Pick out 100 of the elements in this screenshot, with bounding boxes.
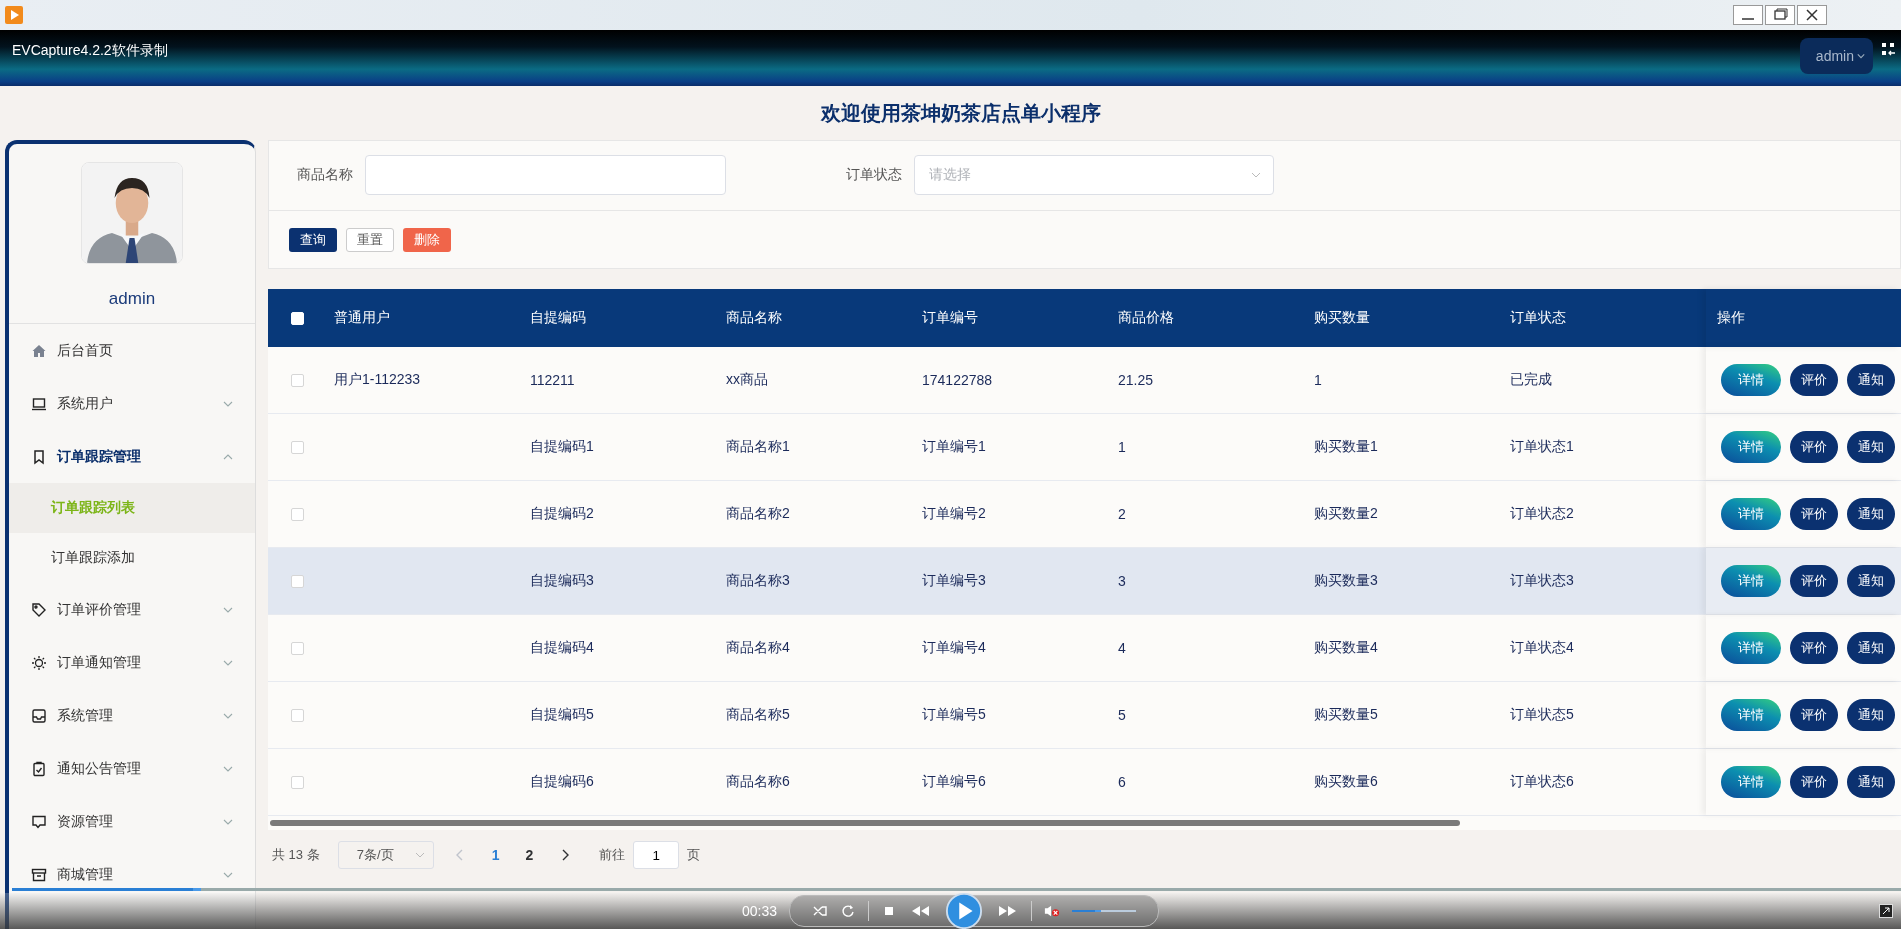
table-cell: 商品名称4	[726, 639, 790, 657]
action-button[interactable]: 评价	[1790, 565, 1838, 597]
table-cell: 已完成	[1510, 371, 1552, 389]
menu-item[interactable]: 订单跟踪管理	[9, 430, 255, 483]
minimize-icon[interactable]	[1733, 5, 1763, 25]
scrollbar-thumb[interactable]	[270, 820, 1460, 826]
checkbox[interactable]	[290, 507, 304, 521]
page-number[interactable]: 1	[485, 847, 506, 863]
caret-icon	[1251, 172, 1261, 178]
inbox-icon	[31, 707, 47, 724]
page-input[interactable]: 1	[633, 841, 680, 869]
filter-button[interactable]: 重置	[346, 228, 394, 252]
action-button[interactable]: 通知	[1847, 498, 1895, 530]
page-number[interactable]: 2	[519, 847, 540, 863]
volume-icon[interactable]	[1044, 903, 1060, 919]
column-header: 订单状态	[1510, 308, 1567, 327]
checkbox[interactable]	[290, 708, 304, 722]
action-button[interactable]: 评价	[1790, 699, 1838, 731]
table-cell: 自提编码1	[530, 438, 594, 456]
table-cell: 订单编号5	[922, 706, 986, 724]
table-cell: 1	[1118, 439, 1126, 455]
repeat-icon[interactable]	[840, 903, 856, 919]
chevron-icon	[223, 712, 233, 719]
table-cell: 商品名称1	[726, 438, 790, 456]
menu-item[interactable]: 商城管理	[9, 848, 255, 901]
table-cell: 自提编码4	[530, 639, 594, 657]
table-cell: 订单编号4	[922, 639, 986, 657]
action-button[interactable]: 评价	[1790, 632, 1838, 664]
table-cell: 1	[1314, 372, 1322, 388]
fullscreen-icon[interactable]	[1879, 904, 1893, 918]
close-icon[interactable]	[1797, 5, 1827, 25]
table-cell: 自提编码6	[530, 773, 594, 791]
chevron-icon	[223, 659, 233, 666]
filter-button[interactable]: 查询	[289, 228, 337, 252]
field-label: 订单状态	[845, 166, 902, 184]
chevron-icon	[223, 871, 233, 878]
input-field[interactable]	[365, 155, 726, 195]
table-cell: xx商品	[726, 371, 768, 389]
restore-icon[interactable]	[1765, 5, 1795, 25]
action-button[interactable]: 通知	[1847, 431, 1895, 463]
action-button[interactable]: 通知	[1847, 565, 1895, 597]
checkbox[interactable]	[290, 440, 304, 454]
chevron-icon	[223, 400, 233, 407]
table-cell: 商品名称3	[726, 572, 790, 590]
table-cell: 2	[1118, 506, 1126, 522]
table-cell: 订单状态1	[1510, 438, 1574, 456]
next-page-icon[interactable]	[561, 849, 570, 861]
menu-item[interactable]: 后台首页	[9, 324, 255, 377]
action-button[interactable]: 评价	[1790, 498, 1838, 530]
menu-item[interactable]: 订单通知管理	[9, 636, 255, 689]
username: admin	[9, 264, 255, 324]
table-cell: 购买数量3	[1314, 572, 1378, 590]
action-button[interactable]: 详情	[1721, 632, 1781, 664]
checkbox[interactable]	[290, 373, 304, 387]
action-button[interactable]: 评价	[1790, 766, 1838, 798]
table-cell: 订单状态3	[1510, 572, 1574, 590]
action-button[interactable]: 详情	[1721, 498, 1781, 530]
table-cell: 4	[1118, 640, 1126, 656]
action-button[interactable]: 评价	[1790, 431, 1838, 463]
table-cell: 3	[1118, 573, 1126, 589]
menu-item[interactable]: 通知公告管理	[9, 742, 255, 795]
shuffle-icon[interactable]	[812, 903, 828, 919]
action-button[interactable]: 详情	[1721, 565, 1781, 597]
submenu-item[interactable]: 订单跟踪添加	[9, 533, 255, 583]
fullscreen-icon[interactable]	[1881, 42, 1895, 56]
column-header: 商品名称	[726, 308, 783, 327]
table-cell: 订单编号3	[922, 572, 986, 590]
chevron-icon	[223, 818, 233, 825]
action-button[interactable]: 通知	[1847, 632, 1895, 664]
bookmark-icon	[31, 448, 47, 465]
action-button[interactable]: 通知	[1847, 766, 1895, 798]
checkbox[interactable]	[290, 775, 304, 789]
checkbox[interactable]	[290, 641, 304, 655]
window-title: EVCapture4.2.2软件录制	[12, 42, 168, 60]
page-suffix: 页	[687, 846, 701, 864]
action-button[interactable]: 详情	[1721, 699, 1781, 731]
page-size-select[interactable]: 7条/页	[337, 841, 434, 869]
caret-icon	[1857, 53, 1865, 59]
table-cell: 商品名称6	[726, 773, 790, 791]
page-title: 欢迎使用茶坤奶茶店点单小程序	[819, 100, 1102, 126]
action-button[interactable]: 详情	[1721, 766, 1781, 798]
action-button[interactable]: 详情	[1721, 364, 1781, 396]
table-cell: 商品名称2	[726, 505, 790, 523]
table-cell: 订单状态4	[1510, 639, 1574, 657]
action-button[interactable]: 评价	[1790, 364, 1838, 396]
checkbox[interactable]	[290, 574, 304, 588]
user-menu[interactable]: admin	[1799, 38, 1873, 74]
column-header: 购买数量	[1314, 308, 1371, 327]
menu-item[interactable]: 资源管理	[9, 795, 255, 848]
action-button[interactable]: 通知	[1847, 699, 1895, 731]
menu-item[interactable]: 订单评价管理	[9, 583, 255, 636]
menu-item[interactable]: 系统管理	[9, 689, 255, 742]
play-button[interactable]	[945, 892, 983, 929]
chevron-icon	[223, 765, 233, 772]
action-button[interactable]: 详情	[1721, 431, 1781, 463]
goto-label: 前往	[599, 846, 626, 864]
menu-item[interactable]: 系统用户	[9, 377, 255, 430]
table-cell: 购买数量2	[1314, 505, 1378, 523]
action-button[interactable]: 通知	[1847, 364, 1895, 396]
home-icon	[31, 342, 47, 359]
